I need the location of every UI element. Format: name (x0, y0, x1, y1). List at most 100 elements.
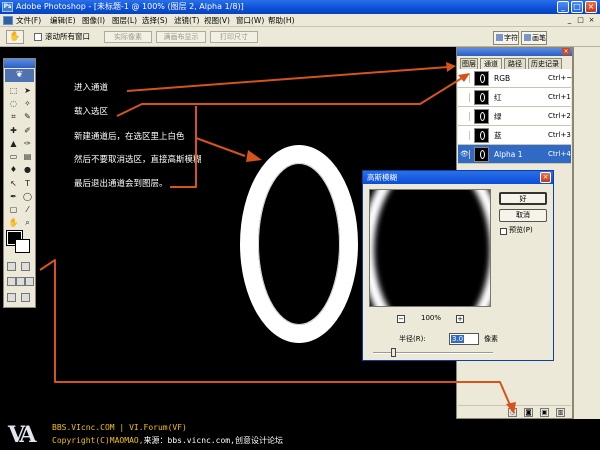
screen-mode-standard-icon[interactable] (7, 277, 16, 286)
channel-row[interactable]: 红 Ctrl+1 (458, 88, 571, 107)
menu-select[interactable]: 选择(S) (142, 14, 168, 27)
radius-input[interactable]: 3.0 (449, 333, 479, 345)
toolbox-grip[interactable] (4, 59, 35, 68)
doc-minimize-button[interactable]: _ (565, 15, 574, 25)
path-selection-tool-icon[interactable]: ↖ (7, 178, 20, 189)
gradient-tool-icon[interactable]: ▤ (21, 151, 34, 162)
ring-thumbnail-icon (480, 74, 485, 83)
maximize-button[interactable]: □ (571, 1, 583, 13)
print-size-button[interactable]: 打印尺寸 (210, 31, 258, 43)
blur-preview[interactable] (369, 189, 491, 307)
channel-row-selected[interactable]: 👁 Alpha 1 Ctrl+4 (458, 145, 571, 164)
channel-name: 红 (494, 93, 502, 102)
channel-row[interactable]: RGB Ctrl+~ (458, 69, 572, 88)
visibility-toggle[interactable] (460, 74, 470, 83)
ok-button[interactable]: 好 (499, 192, 547, 205)
clone-stamp-tool-icon[interactable]: ▲ (7, 138, 20, 149)
preview-label: 预览(P) (509, 226, 533, 234)
doc-close-button[interactable]: × (587, 15, 596, 25)
visibility-toggle[interactable] (460, 112, 470, 121)
shape-tool-icon[interactable]: ◯ (21, 191, 34, 202)
background-color-swatch[interactable] (15, 239, 30, 253)
visibility-toggle[interactable] (460, 131, 470, 140)
screen-mode-full-icon[interactable] (25, 277, 34, 286)
forum-url: BBS.VIcnc.COM | VI.Forum(VF) (52, 423, 187, 432)
marquee-tool-icon[interactable]: ⬚ (7, 85, 20, 96)
close-button[interactable]: × (585, 1, 597, 13)
slice-tool-icon[interactable]: ✎ (21, 111, 34, 122)
pen-tool-icon[interactable]: ✒ (7, 191, 20, 202)
document-icon[interactable] (3, 16, 13, 25)
type-tool-icon[interactable]: T (21, 178, 34, 189)
note-exit-channel: 最后退出通道会到图层。 (74, 179, 168, 189)
imageready-arrow-icon[interactable] (21, 293, 30, 302)
standard-mode-icon[interactable] (7, 262, 16, 271)
radius-unit: 像素 (484, 335, 498, 343)
menu-view[interactable]: 视图(V) (204, 14, 230, 27)
brush-icon (524, 34, 531, 41)
channel-thumbnail (474, 128, 489, 143)
delete-channel-icon[interactable]: ▥ (556, 408, 565, 417)
doc-restore-button[interactable]: □ (576, 15, 585, 25)
jump-to-imageready-icon[interactable] (7, 293, 16, 302)
history-brush-tool-icon[interactable]: ✑ (21, 138, 34, 149)
zoom-in-button[interactable]: + (456, 315, 464, 323)
menu-window[interactable]: 窗口(W) (236, 14, 264, 27)
arrowhead (246, 150, 262, 162)
eyedropper-tool-icon[interactable]: ⁄ (21, 204, 34, 215)
menu-image[interactable]: 图像(I) (82, 14, 105, 27)
radius-slider-thumb[interactable] (391, 348, 396, 357)
scroll-all-windows-checkbox[interactable] (34, 33, 42, 41)
zoom-out-button[interactable]: − (397, 315, 405, 323)
palette-tab-brushes[interactable]: 画笔 (521, 31, 547, 45)
preview-checkbox[interactable] (500, 228, 507, 235)
menu-layer[interactable]: 图层(L) (112, 14, 137, 27)
tab-layers[interactable]: 图层 (460, 58, 478, 69)
panel-close-icon[interactable]: × (562, 48, 570, 55)
lasso-tool-icon[interactable]: ◌ (7, 98, 20, 109)
actual-pixels-button[interactable]: 实际像素 (104, 31, 152, 43)
save-selection-icon[interactable]: ◙ (524, 408, 533, 417)
magic-wand-tool-icon[interactable]: ✧ (21, 98, 34, 109)
cancel-button[interactable]: 取消 (499, 209, 547, 222)
new-channel-icon[interactable]: ▣ (540, 408, 549, 417)
menu-filter[interactable]: 滤镜(T) (174, 14, 199, 27)
tab-paths[interactable]: 路径 (504, 58, 526, 69)
dodge-tool-icon[interactable]: ● (21, 164, 34, 175)
healing-brush-tool-icon[interactable]: ✚ (7, 125, 20, 136)
tab-history[interactable]: 历史记录 (528, 58, 562, 69)
eraser-tool-icon[interactable]: ▭ (7, 151, 20, 162)
channel-row[interactable]: 蓝 Ctrl+3 (458, 126, 571, 145)
screen-mode-menu-icon[interactable] (16, 277, 25, 286)
note-new-channel-fill-white: 新建通道后，在选区里上白色 (74, 132, 185, 142)
menu-help[interactable]: 帮助(H) (268, 14, 295, 27)
visibility-toggle[interactable] (460, 93, 470, 102)
panel-grip[interactable] (457, 48, 572, 56)
notes-tool-icon[interactable]: ▢ (7, 204, 20, 215)
move-tool-icon[interactable]: ➤ (21, 85, 34, 96)
tab-channels[interactable]: 通道 (480, 58, 502, 69)
brush-tool-icon[interactable]: ✐ (21, 125, 34, 136)
crop-tool-icon[interactable]: ⌗ (7, 111, 20, 122)
eye-icon[interactable]: 👁 (460, 150, 470, 159)
hand-tool-icon[interactable]: ✋ (7, 217, 20, 228)
feather-logo-icon[interactable]: ❦ (5, 69, 34, 82)
toolbox: ❦ ⬚ ➤ ◌ ✧ ⌗ ✎ ✚ ✐ ▲ ✑ ▭ ▤ ♦ ● ↖ T ✒ ◯ ▢ … (3, 58, 36, 308)
copyright-text: Copyright(C)MAOMAO, (52, 436, 144, 445)
load-selection-icon[interactable]: ◌ (508, 408, 517, 417)
menu-file[interactable]: 文件(F) (16, 14, 41, 27)
hand-tool-preset-icon[interactable]: ✋ (6, 30, 24, 44)
ring-thumbnail-icon (480, 131, 485, 140)
quick-mask-mode-icon[interactable] (21, 262, 30, 271)
menu-edit[interactable]: 编辑(E) (50, 14, 76, 27)
dialog-title: 高斯模糊 (363, 171, 553, 184)
dialog-close-icon[interactable]: × (540, 172, 551, 183)
fit-on-screen-button[interactable]: 满画布显示 (156, 31, 206, 43)
ring-thumbnail-icon (480, 93, 485, 102)
zoom-tool-icon[interactable]: ⌕ (21, 217, 34, 228)
blur-tool-icon[interactable]: ♦ (7, 164, 20, 175)
palette-tab-character[interactable]: 字符 (493, 31, 519, 45)
arrow-to-ring (195, 137, 246, 157)
channel-row[interactable]: 绿 Ctrl+2 (458, 107, 571, 126)
minimize-button[interactable]: _ (557, 1, 569, 13)
